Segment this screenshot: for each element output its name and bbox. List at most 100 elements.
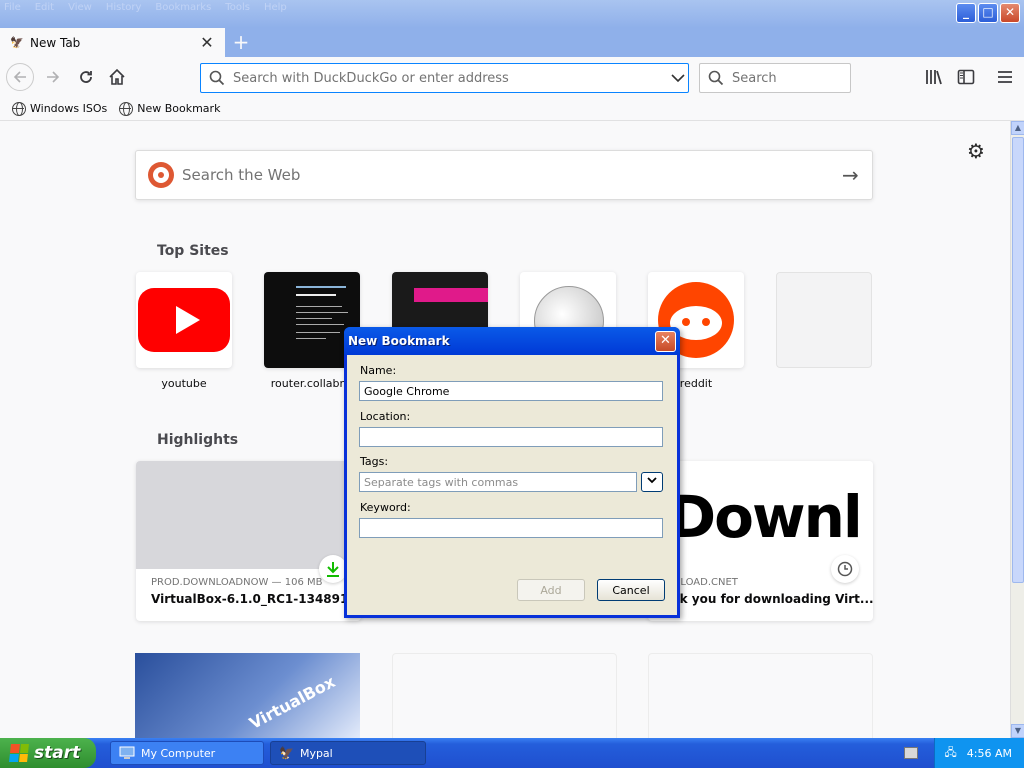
download-icon (319, 555, 347, 583)
highlight-title: VirtualBox-6.1.0_RC1-134891-... (151, 592, 361, 606)
highlight-image (136, 461, 361, 583)
system-tray: 🖧 4:56 AM (934, 738, 1024, 768)
top-site-tile[interactable] (136, 272, 232, 368)
chevron-down-icon (647, 477, 657, 484)
mypal-app-icon: 🦅 (279, 746, 294, 760)
maximize-button[interactable]: □ (978, 3, 998, 23)
taskbar-item-label: My Computer (141, 746, 216, 760)
add-button[interactable]: Add (517, 579, 585, 601)
back-button[interactable] (6, 63, 34, 91)
dialog-body: Name: Location: Tags: Keyword: Add Cance… (347, 355, 677, 615)
location-field[interactable] (359, 427, 663, 447)
home-icon (109, 68, 125, 85)
tab-label: New Tab (30, 35, 81, 50)
menu-tools[interactable]: Tools (225, 2, 250, 13)
reload-icon (80, 71, 92, 83)
dialog-title: New Bookmark (348, 334, 450, 348)
arrow-right-icon[interactable]: → (842, 163, 872, 187)
close-window-button[interactable]: ✕ (1000, 3, 1020, 23)
empty-top-site-tile[interactable] (776, 272, 872, 368)
keyboard-icon[interactable] (904, 747, 918, 759)
empty-highlight-tile (392, 653, 617, 738)
location-label: Location: (360, 410, 411, 423)
chevron-down-icon[interactable] (668, 73, 688, 83)
sidebar-toggle-button[interactable] (954, 65, 978, 89)
dialog-close-button[interactable]: ✕ (655, 330, 676, 352)
forward-button[interactable] (41, 65, 65, 89)
gear-icon[interactable]: ⚙ (966, 141, 986, 161)
tab-close-icon[interactable]: ✕ (199, 34, 215, 51)
taskbar-item-label: Mypal (299, 746, 333, 760)
highlights-heading: Highlights (157, 432, 239, 448)
library-button[interactable] (922, 65, 946, 89)
scroll-up-arrow-icon[interactable]: ▲ (1011, 121, 1024, 135)
clock-icon (831, 555, 859, 583)
search-icon (209, 70, 225, 86)
name-label: Name: (360, 364, 397, 377)
windows-logo-icon (9, 744, 29, 762)
menu-file[interactable]: File (4, 2, 21, 13)
dialog-titlebar[interactable]: New Bookmark ✕ (344, 327, 680, 355)
window-controls: _ □ ✕ (956, 3, 1020, 23)
taskbar: start My Computer 🦅 Mypal 🖧 4:56 AM (0, 738, 1024, 768)
highlight-card[interactable]: PROD.DOWNLOADNOW — 106 MB VirtualBox-6.1… (136, 461, 361, 621)
new-tab-button[interactable]: + (231, 31, 251, 53)
menu-bookmarks[interactable]: Bookmarks (155, 2, 211, 13)
scroll-down-arrow-icon[interactable]: ▼ (1011, 724, 1024, 738)
web-search-placeholder: Search the Web (182, 166, 301, 184)
bookmark-item[interactable]: Windows ISOs (12, 101, 108, 116)
start-button[interactable]: start (0, 738, 96, 768)
forward-arrow-icon (47, 71, 60, 83)
minimize-button[interactable]: _ (956, 3, 976, 23)
home-button[interactable] (105, 65, 129, 89)
web-search-box[interactable]: Search the Web → (135, 150, 873, 200)
bookmark-label: New Bookmark (137, 102, 221, 115)
scroll-thumb[interactable] (1012, 137, 1024, 583)
highlight-image: Downl (648, 461, 873, 583)
cancel-button[interactable]: Cancel (597, 579, 665, 601)
keyword-label: Keyword: (360, 501, 411, 514)
menu-history[interactable]: History (106, 2, 142, 13)
tab-new-tab[interactable]: 🦅 New Tab ✕ (0, 28, 225, 57)
menu-view[interactable]: View (68, 2, 92, 13)
bookmark-label: Windows ISOs (30, 102, 108, 115)
url-placeholder: Search with DuckDuckGo or enter address (233, 70, 509, 86)
search-placeholder: Search (732, 70, 777, 86)
back-arrow-icon (13, 71, 26, 83)
search-icon (708, 70, 724, 86)
menu-help[interactable]: Help (264, 2, 287, 13)
sidebar-icon (957, 69, 975, 85)
highlight-title: ank you for downloading Virt... (663, 592, 873, 606)
tags-label: Tags: (360, 455, 389, 468)
tab-favicon-icon: 🦅 (10, 35, 24, 49)
empty-highlight-tile (648, 653, 873, 738)
taskbar-item-mypal[interactable]: 🦅 Mypal (270, 741, 426, 765)
virtualbox-image[interactable]: VirtualBox (135, 653, 360, 738)
menu-bar: File Edit View History Bookmarks Tools H… (4, 2, 287, 13)
window-titlebar: File Edit View History Bookmarks Tools H… (0, 0, 1024, 28)
duckduckgo-logo-icon (148, 162, 174, 188)
network-icon[interactable]: 🖧 (945, 744, 957, 763)
page-scrollbar[interactable]: ▲ ▼ (1010, 121, 1024, 738)
highlight-card[interactable]: Downl WNLOAD.CNET ank you for downloadin… (648, 461, 873, 621)
globe-icon (119, 101, 134, 116)
virtualbox-brand-text: VirtualBox (246, 671, 339, 734)
menu-edit[interactable]: Edit (35, 2, 54, 13)
bookmark-item[interactable]: New Bookmark (119, 101, 221, 116)
reload-button[interactable] (74, 65, 98, 89)
navigation-toolbar: Search with DuckDuckGo or enter address … (0, 57, 1024, 97)
tags-dropdown-button[interactable] (641, 472, 663, 492)
search-bar[interactable]: Search (699, 63, 851, 93)
highlight-image-text: Downl (668, 483, 863, 551)
name-field[interactable] (359, 381, 663, 401)
computer-icon (119, 746, 135, 759)
new-bookmark-dialog: New Bookmark ✕ Name: Location: Tags: Key… (344, 327, 680, 618)
top-site-label: youtube (161, 377, 207, 390)
tags-field[interactable] (359, 472, 637, 492)
keyword-field[interactable] (359, 518, 663, 538)
taskbar-item-my-computer[interactable]: My Computer (110, 741, 264, 765)
main-menu-button[interactable] (993, 65, 1017, 89)
url-bar[interactable]: Search with DuckDuckGo or enter address (200, 63, 689, 93)
tab-strip: 🦅 New Tab ✕ + (0, 28, 1024, 57)
youtube-logo-icon (138, 288, 230, 352)
